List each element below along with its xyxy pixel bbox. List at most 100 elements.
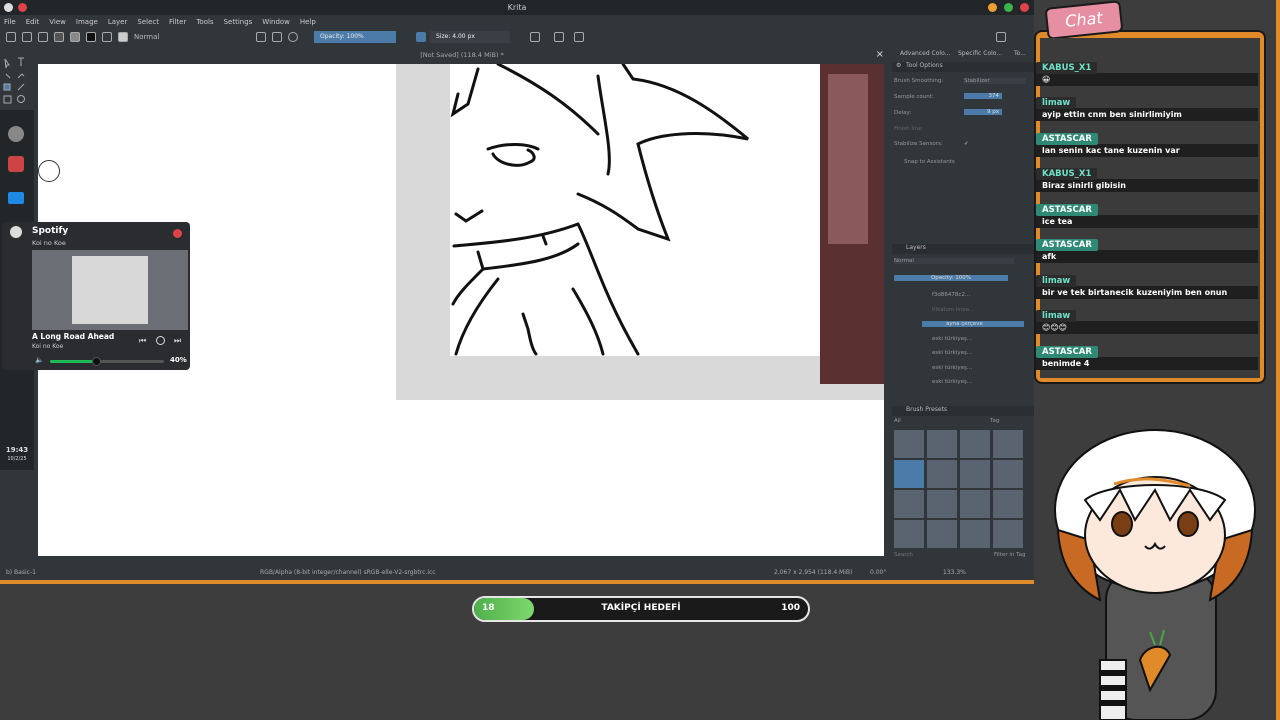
chat-username: limaw xyxy=(1036,275,1077,287)
brush-preset-tile[interactable] xyxy=(927,430,957,458)
menu-help[interactable]: Help xyxy=(300,18,316,26)
brush-preset-tile[interactable] xyxy=(993,490,1023,518)
filter-in-tag-checkbox[interactable]: Filter in Tag xyxy=(994,552,1025,558)
close-widget-button[interactable] xyxy=(173,229,182,238)
maximize-button[interactable] xyxy=(1004,3,1013,12)
eraser-icon[interactable] xyxy=(256,32,266,42)
brush-preset-tile[interactable] xyxy=(993,460,1023,488)
brush-preset-tile[interactable] xyxy=(993,430,1023,458)
mirror-vertical-icon[interactable] xyxy=(554,32,564,42)
chat-message: ice tea xyxy=(1036,215,1258,228)
folder-icon[interactable] xyxy=(8,192,24,204)
settings-icon[interactable] xyxy=(8,126,24,142)
game-icon[interactable] xyxy=(8,156,24,172)
brush-preset-tile[interactable] xyxy=(927,490,957,518)
gradient-icon[interactable] xyxy=(54,32,64,42)
menu-edit[interactable]: Edit xyxy=(26,18,40,26)
record-icon xyxy=(18,3,27,12)
streamer-avatar xyxy=(1054,429,1256,720)
mirror-horizontal-icon[interactable] xyxy=(530,32,540,42)
brush-preset-tile[interactable] xyxy=(960,520,990,548)
opacity-slider[interactable]: Opacity: 100% xyxy=(314,31,396,43)
minimize-button[interactable] xyxy=(988,3,997,12)
chat-message: bir ve tek birtanecik kuzeniyim ben onun xyxy=(1036,286,1258,299)
menu-layer[interactable]: Layer xyxy=(108,18,128,26)
layers-title: Layers xyxy=(906,244,926,251)
volume-knob[interactable] xyxy=(91,357,101,366)
layer-row[interactable]: f3d86478c2... xyxy=(932,292,970,298)
layers-opacity-slider[interactable]: Opacity: 100% xyxy=(894,275,1008,281)
delay-label: Delay: xyxy=(894,110,912,116)
menu-filter[interactable]: Filter xyxy=(169,18,186,26)
brush-preset-tile[interactable] xyxy=(960,430,990,458)
menu-settings[interactable]: Settings xyxy=(224,18,253,26)
brush-preset-tile-selected[interactable] xyxy=(894,460,924,488)
menu-image[interactable]: Image xyxy=(76,18,98,26)
play-pause-icon[interactable] xyxy=(156,336,165,345)
menu-tools[interactable]: Tools xyxy=(196,18,213,26)
size-slider[interactable]: Size: 4.00 px xyxy=(430,31,510,43)
chat-username: limaw xyxy=(1036,310,1077,322)
menu-select[interactable]: Select xyxy=(137,18,159,26)
delay-input[interactable]: 9 px xyxy=(964,109,1002,115)
current-brush-icon[interactable] xyxy=(118,32,128,42)
pattern-icon[interactable] xyxy=(70,32,80,42)
brush-search-input[interactable]: Search xyxy=(894,552,913,558)
close-document-icon[interactable]: × xyxy=(876,46,884,64)
track-artist: Koi no Koe xyxy=(32,343,64,350)
layer-row[interactable]: eski türkiyeş... xyxy=(932,379,972,385)
reload-icon[interactable] xyxy=(288,32,298,42)
layer-row-selected[interactable]: ayna çerçeve xyxy=(922,321,1024,327)
color-swatch-icon[interactable] xyxy=(86,32,96,42)
layers-blend-select[interactable]: Normal xyxy=(894,258,1014,264)
volume-slider[interactable] xyxy=(50,357,164,366)
size-icon xyxy=(416,32,426,42)
open-document-icon[interactable] xyxy=(22,32,32,42)
stabilize-sensors-checkbox[interactable]: ✓ xyxy=(964,141,969,147)
brush-preset-tile[interactable] xyxy=(993,520,1023,548)
layer-row[interactable]: eski türkiyeş... xyxy=(932,365,972,371)
brush-preset-tile[interactable] xyxy=(894,430,924,458)
brush-tag-label: Tag xyxy=(990,418,1000,424)
save-document-icon[interactable] xyxy=(38,32,48,42)
chat-username: ASTASCAR xyxy=(1036,239,1098,251)
title-bar: Krita xyxy=(0,0,1034,15)
brush-preset-tile[interactable] xyxy=(927,460,957,488)
brush-filter-select[interactable]: All xyxy=(894,418,901,424)
layer-row[interactable]: eski türkiyeş... xyxy=(932,350,972,356)
tool-options-title: Tool Options xyxy=(906,62,943,69)
overlay-border-right xyxy=(1276,0,1280,720)
close-button[interactable] xyxy=(1020,3,1029,12)
status-color-profile: RGB/Alpha (8-bit integer/channel) sRGB-e… xyxy=(260,569,436,576)
tab-tools[interactable]: To... xyxy=(1014,50,1026,57)
volume-label: 40% xyxy=(170,356,187,364)
previous-track-icon[interactable]: ⏮ xyxy=(139,336,146,346)
workspace-icon[interactable] xyxy=(996,32,1006,42)
next-track-icon[interactable]: ⏭ xyxy=(174,336,181,346)
document-tab[interactable]: [Not Saved] (118.4 MiB) * × xyxy=(38,46,886,64)
menu-window[interactable]: Window xyxy=(262,18,290,26)
spotify-widget: Spotify Koi no Koe A Long Road Ahead Koi… xyxy=(2,222,190,370)
new-document-icon[interactable] xyxy=(6,32,16,42)
brush-preset-icon[interactable] xyxy=(102,32,112,42)
layer-row[interactable]: tilkalum linea... xyxy=(932,307,974,313)
brush-preset-tile[interactable] xyxy=(960,460,990,488)
chat-username: KABUS_X1 xyxy=(1036,62,1098,74)
clock-date: 10/2/25 xyxy=(7,456,27,462)
track-title: A Long Road Ahead xyxy=(32,332,115,341)
brush-preset-tile[interactable] xyxy=(894,520,924,548)
brush-preset-tile[interactable] xyxy=(894,490,924,518)
sample-count-input[interactable]: 374 xyxy=(964,93,1002,99)
brush-preset-tile[interactable] xyxy=(927,520,957,548)
wrap-around-icon[interactable] xyxy=(574,32,584,42)
tab-advanced-color[interactable]: Advanced Colo... xyxy=(900,50,950,57)
alpha-lock-icon[interactable] xyxy=(272,32,282,42)
menu-file[interactable]: File xyxy=(4,18,16,26)
blend-mode-select[interactable]: Normal xyxy=(134,33,250,41)
tab-specific-color[interactable]: Specific Colo... xyxy=(958,50,1002,57)
finish-line-label: Finish line: xyxy=(894,126,924,132)
layer-row[interactable]: eski türkiyeş... xyxy=(932,336,972,342)
brush-preset-tile[interactable] xyxy=(960,490,990,518)
menu-view[interactable]: View xyxy=(49,18,66,26)
brush-smoothing-select[interactable]: Stabilizer xyxy=(964,78,1026,84)
